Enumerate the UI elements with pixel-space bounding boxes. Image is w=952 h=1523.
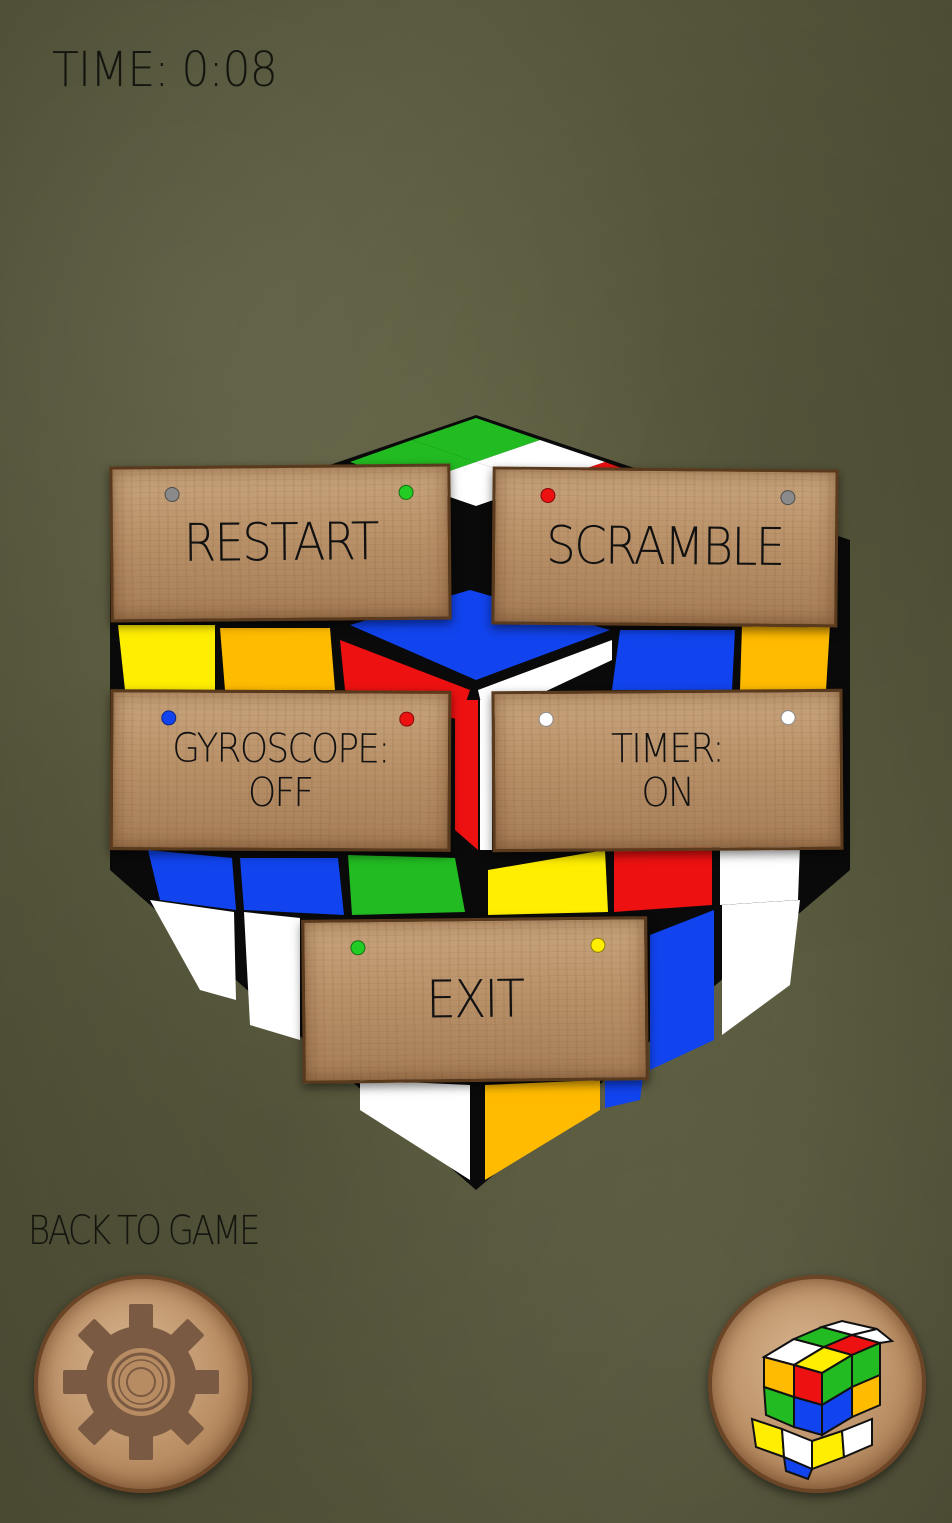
timer-toggle-label: TIMER: ON xyxy=(611,725,724,816)
gyroscope-label: GYROSCOPE: OFF xyxy=(172,724,389,816)
nail-grey xyxy=(164,486,180,503)
cube-view-button[interactable] xyxy=(708,1275,926,1493)
nail-yellow xyxy=(590,937,606,953)
gyroscope-label-line1: GYROSCOPE: xyxy=(172,724,389,773)
scramble-label: SCRAMBLE xyxy=(546,515,784,579)
exit-label: EXIT xyxy=(426,969,524,1031)
nail-grey xyxy=(780,490,796,506)
scramble-button[interactable]: SCRAMBLE xyxy=(491,466,839,628)
timer-toggle-line1: TIMER: xyxy=(611,725,724,772)
gear-icon xyxy=(63,1304,219,1460)
rubiks-cube-icon xyxy=(750,1319,895,1481)
restart-button[interactable]: RESTART xyxy=(109,463,452,623)
nail-blue xyxy=(161,710,177,726)
gyroscope-toggle-button[interactable]: GYROSCOPE: OFF xyxy=(109,689,452,852)
timer-toggle-button[interactable]: TIMER: ON xyxy=(491,688,844,853)
nail-green xyxy=(398,484,414,500)
timer-toggle-state: ON xyxy=(641,769,694,816)
nail-red xyxy=(540,487,556,504)
nail-red xyxy=(399,711,415,727)
gyroscope-state: OFF xyxy=(248,769,313,816)
settings-button[interactable] xyxy=(34,1275,252,1493)
nail-green xyxy=(350,940,366,956)
exit-button[interactable]: EXIT xyxy=(301,916,649,1084)
nail-white xyxy=(780,710,796,726)
nail-white xyxy=(538,711,554,727)
back-to-game-label[interactable]: BACK TO GAME xyxy=(28,1208,260,1254)
restart-label: RESTART xyxy=(183,512,378,574)
